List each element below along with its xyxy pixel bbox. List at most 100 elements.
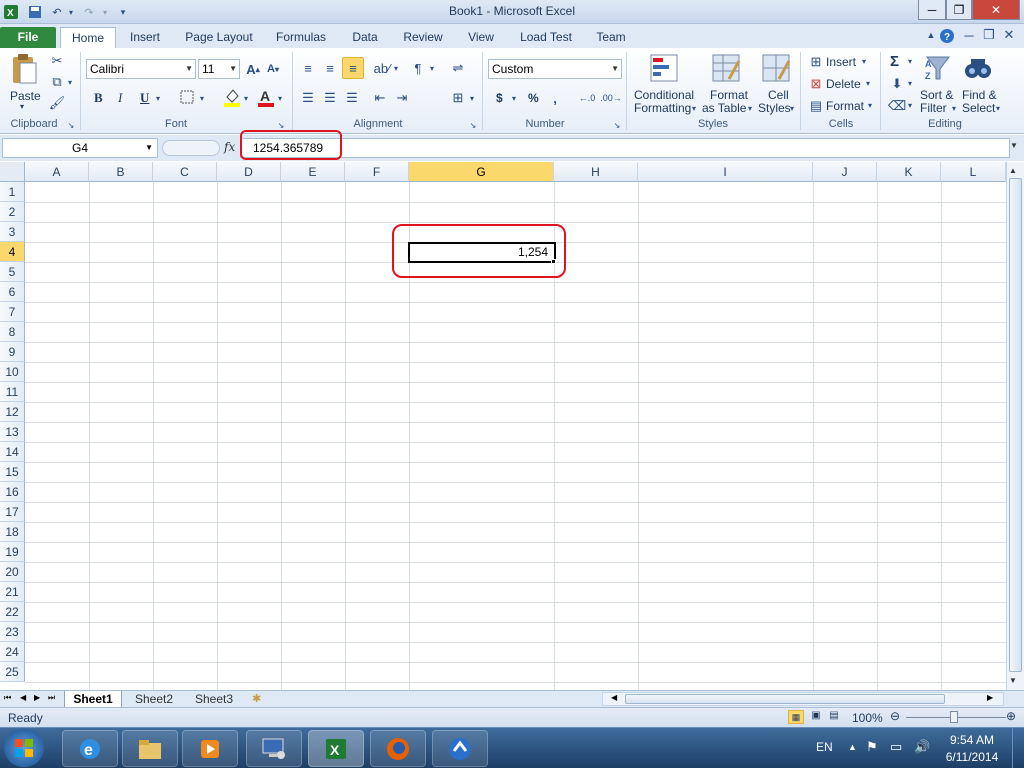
italic-button[interactable]: I: [118, 90, 122, 106]
column-header-j[interactable]: J: [813, 162, 877, 182]
paste-icon[interactable]: [8, 52, 40, 86]
file-explorer-icon[interactable]: [122, 730, 178, 767]
internet-explorer-icon[interactable]: e: [62, 730, 118, 767]
clock-date[interactable]: 6/11/2014: [944, 750, 1000, 764]
scroll-left-icon[interactable]: ◀: [611, 693, 617, 702]
increase-indent-icon[interactable]: ⇥: [392, 88, 412, 108]
font-color-dropdown-icon[interactable]: ▾: [276, 90, 284, 106]
formula-input[interactable]: 1254.365789: [240, 138, 1010, 158]
close-button[interactable]: ✕: [972, 0, 1020, 20]
formula-bar-resize-handle[interactable]: [162, 140, 220, 156]
paste-button[interactable]: Paste: [10, 89, 41, 103]
sort-filter-dropdown-icon[interactable]: ▾: [950, 102, 958, 114]
orientation-icon[interactable]: ab⁄: [372, 58, 392, 78]
remote-desktop-icon[interactable]: [246, 730, 302, 767]
volume-icon[interactable]: 🔊: [914, 739, 930, 755]
zoom-slider-thumb[interactable]: [950, 711, 958, 723]
row-header-3[interactable]: 3: [0, 222, 25, 242]
delete-dropdown-icon[interactable]: ▾: [864, 76, 872, 90]
column-header-l[interactable]: L: [941, 162, 1006, 182]
workbook-restore-icon[interactable]: ❐: [982, 27, 996, 42]
clear-icon[interactable]: ⌫: [888, 98, 906, 114]
currency-dropdown-icon[interactable]: ▾: [510, 90, 518, 106]
row-header-14[interactable]: 14: [0, 442, 25, 462]
select-all-corner[interactable]: [0, 162, 25, 182]
decrease-decimal-icon[interactable]: .00→: [600, 88, 622, 108]
format-cells-icon[interactable]: ▤: [808, 98, 824, 114]
start-button[interactable]: [4, 729, 44, 767]
number-format-select[interactable]: Custom ▼: [488, 59, 622, 79]
borders-icon[interactable]: [178, 88, 196, 106]
row-header-24[interactable]: 24: [0, 642, 25, 662]
column-header-f[interactable]: F: [345, 162, 409, 182]
zoom-level[interactable]: 100%: [852, 711, 883, 725]
font-size-select[interactable]: 11 ▼: [198, 59, 240, 79]
row-header-25[interactable]: 25: [0, 662, 25, 682]
row-header-18[interactable]: 18: [0, 522, 25, 542]
tab-data[interactable]: Data: [344, 27, 386, 48]
format-as-table-line2[interactable]: as Table: [702, 101, 746, 115]
align-bottom-icon[interactable]: ≡: [342, 57, 364, 79]
sheet-tab-sheet3[interactable]: Sheet3: [186, 691, 242, 707]
clear-dropdown-icon[interactable]: ▾: [906, 98, 914, 112]
borders-dropdown-icon[interactable]: ▾: [198, 90, 206, 106]
copy-dropdown-icon[interactable]: ▾: [66, 73, 74, 91]
fill-color-dropdown-icon[interactable]: ▾: [242, 90, 250, 106]
firefox-icon[interactable]: [370, 730, 426, 767]
column-header-a[interactable]: A: [25, 162, 89, 182]
first-sheet-icon[interactable]: ⏮: [4, 693, 11, 703]
column-header-d[interactable]: D: [217, 162, 281, 182]
tab-load-test[interactable]: Load Test: [514, 27, 578, 48]
column-header-k[interactable]: K: [877, 162, 941, 182]
tab-formulas[interactable]: Formulas: [270, 27, 332, 48]
help-icon[interactable]: ?: [938, 27, 956, 45]
comma-style-icon[interactable]: ,: [548, 88, 562, 108]
row-header-1[interactable]: 1: [0, 182, 25, 202]
insert-dropdown-icon[interactable]: ▾: [860, 54, 868, 68]
align-middle-icon[interactable]: ≡: [320, 58, 340, 78]
conditional-formatting-line2[interactable]: Formatting: [634, 101, 691, 115]
format-as-table-dropdown-icon[interactable]: ▾: [746, 102, 754, 114]
merge-dropdown-icon[interactable]: ▾: [468, 90, 476, 106]
vertical-scrollbar[interactable]: ▲ ▼: [1006, 162, 1024, 690]
horizontal-scroll-thumb[interactable]: [625, 694, 945, 704]
media-player-icon[interactable]: [182, 730, 238, 767]
underline-button[interactable]: U: [140, 90, 149, 106]
app-icon[interactable]: [432, 730, 488, 767]
tab-home[interactable]: Home: [60, 27, 116, 48]
tab-file[interactable]: File: [0, 27, 56, 48]
minimize-ribbon-icon[interactable]: ▲: [924, 28, 938, 42]
last-sheet-icon[interactable]: ⏭: [48, 693, 55, 703]
percent-button[interactable]: %: [528, 91, 539, 105]
clock-time[interactable]: 9:54 AM: [944, 733, 1000, 747]
align-right-icon[interactable]: ☰: [342, 88, 362, 108]
cut-icon[interactable]: ✂: [48, 52, 66, 70]
currency-button[interactable]: $: [496, 91, 503, 105]
row-header-10[interactable]: 10: [0, 362, 25, 382]
fill-color-icon[interactable]: [222, 86, 242, 108]
paragraph-dropdown-icon[interactable]: ▾: [428, 60, 436, 76]
delete-cells-icon[interactable]: ⊠: [808, 76, 824, 92]
cell-styles-dropdown-icon[interactable]: ▾: [788, 102, 796, 114]
decrease-indent-icon[interactable]: ⇤: [370, 88, 390, 108]
row-header-19[interactable]: 19: [0, 542, 25, 562]
prev-sheet-icon[interactable]: ◀: [20, 693, 26, 702]
insert-cells-button[interactable]: Insert: [826, 55, 856, 69]
shrink-font-icon[interactable]: A ▾: [264, 59, 282, 79]
scroll-right-icon[interactable]: ▶: [987, 693, 993, 702]
column-header-b[interactable]: B: [89, 162, 153, 182]
tray-expand-icon[interactable]: ▲: [848, 742, 857, 752]
page-layout-view-icon[interactable]: ▣: [808, 710, 824, 724]
normal-view-icon[interactable]: ▦: [788, 710, 804, 724]
orientation-dropdown-icon[interactable]: ▾: [392, 60, 400, 76]
wrap-text-icon[interactable]: ⇌: [448, 58, 468, 78]
conditional-formatting-dropdown-icon[interactable]: ▾: [690, 102, 698, 114]
scroll-up-icon[interactable]: ▲: [1009, 166, 1017, 175]
font-launcher-icon[interactable]: ↘: [276, 120, 286, 130]
sort-filter-line1[interactable]: Sort &: [920, 88, 953, 102]
align-center-icon[interactable]: ☰: [320, 88, 340, 108]
show-desktop-button[interactable]: [1012, 728, 1024, 768]
workbook-minimize-icon[interactable]: ─: [962, 28, 976, 43]
row-header-7[interactable]: 7: [0, 302, 25, 322]
row-header-21[interactable]: 21: [0, 582, 25, 602]
